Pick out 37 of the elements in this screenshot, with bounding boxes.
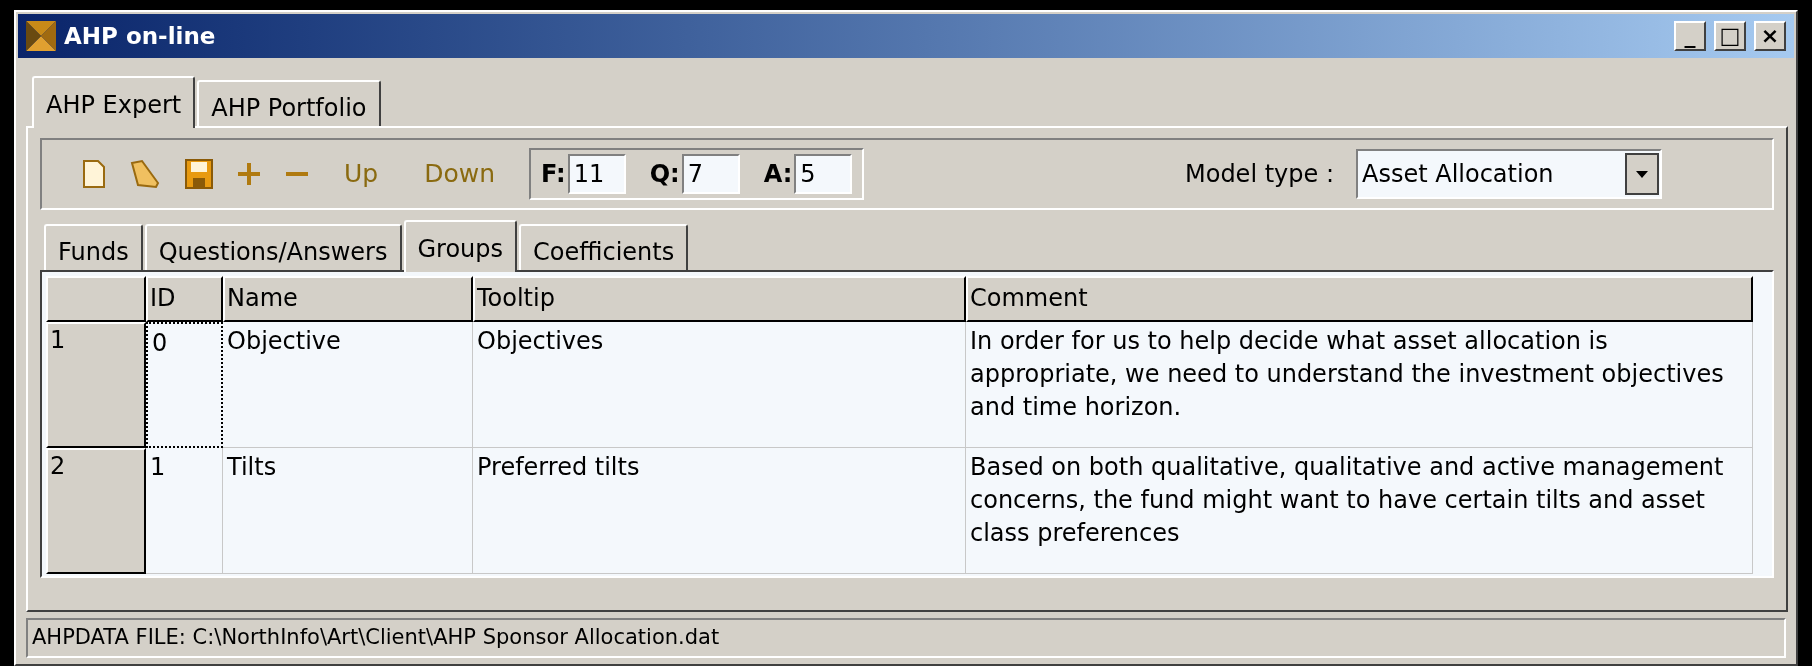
- table-cell: 0: [146, 322, 223, 448]
- table-cell: In order for us to help decide what asset allocation is appropriate, we need to understand the investment objectives and time horizon.: [966, 322, 1753, 448]
- table-cell: Based on both qualitative, qualitative and active management concerns, the fund might want to have certain tilts and asset class preferences: [966, 448, 1753, 574]
- plus-icon[interactable]: [236, 161, 262, 187]
- tab[interactable]: AHP Portfolio: [197, 80, 381, 126]
- table-cell: Objectives: [473, 322, 966, 448]
- column-header[interactable]: Tooltip: [473, 276, 966, 322]
- table-cell: Tilts: [223, 448, 473, 574]
- row-header[interactable]: 2: [46, 448, 146, 574]
- table-cell: 1: [146, 448, 223, 574]
- tab[interactable]: Coefficients: [519, 224, 689, 270]
- field-label: A:: [763, 159, 793, 190]
- row-header[interactable]: 1: [46, 322, 146, 448]
- input-field[interactable]: 11: [567, 154, 626, 194]
- tab[interactable]: AHP Expert: [32, 76, 196, 128]
- model-type-label: Model type :: [1185, 159, 1334, 190]
- tab[interactable]: Groups: [403, 220, 518, 272]
- window-title: AHP on-line: [64, 21, 217, 51]
- column-header[interactable]: ID: [146, 276, 223, 322]
- input-field[interactable]: 5: [794, 154, 853, 194]
- save-icon[interactable]: [184, 158, 214, 190]
- column-header[interactable]: Comment: [966, 276, 1753, 322]
- window-control-button[interactable]: □: [1714, 21, 1746, 51]
- table-cell: Preferred tilts: [473, 448, 966, 574]
- column-header[interactable]: Name: [223, 276, 473, 322]
- window-control-button[interactable]: ×: [1754, 21, 1786, 51]
- field-label: Q:: [649, 159, 680, 190]
- tab[interactable]: Funds: [44, 224, 143, 270]
- window-control-button[interactable]: _: [1674, 21, 1706, 51]
- tab[interactable]: Questions/Answers: [144, 224, 402, 270]
- input-field[interactable]: 7: [681, 154, 740, 194]
- new-file-icon[interactable]: [82, 159, 106, 189]
- field-label: F:: [541, 159, 566, 190]
- model-type-dropdown[interactable]: Asset Allocation: [1356, 149, 1662, 199]
- status-bar: AHPDATA FILE: C:\NorthInfo\Art\Client\AHP Sponsor Allocation.dat: [26, 618, 1786, 658]
- table-cell: Objective: [223, 322, 473, 448]
- app-logo-icon: [26, 21, 56, 51]
